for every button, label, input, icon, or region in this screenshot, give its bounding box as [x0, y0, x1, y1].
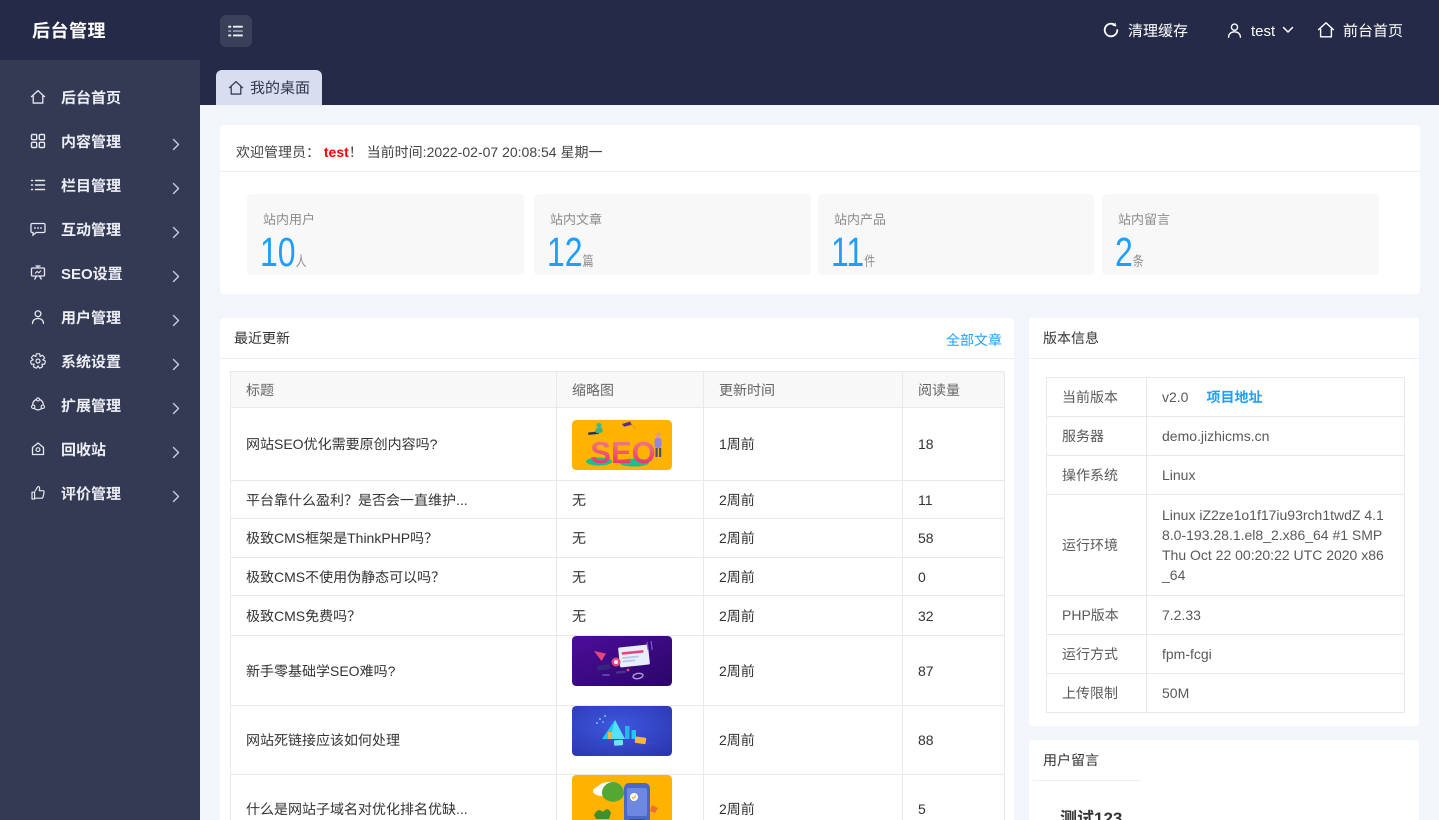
svg-text:SEO: SEO — [590, 435, 655, 470]
